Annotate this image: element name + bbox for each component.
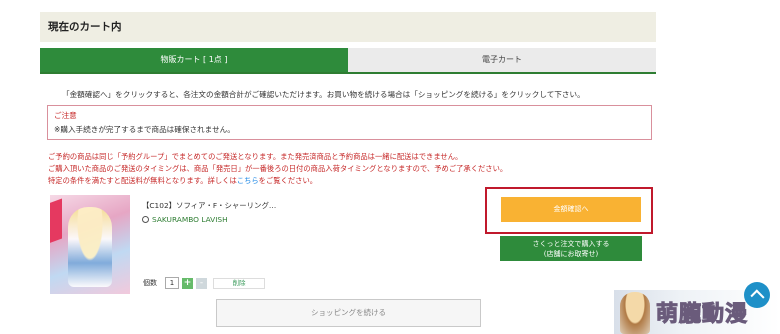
shipping-info-link[interactable]: こちら [237, 176, 259, 185]
product-brand[interactable]: SAKURAMBO LAVISH [152, 215, 228, 224]
quantity-minus-button[interactable]: - [196, 277, 207, 289]
scroll-top-icon[interactable] [744, 282, 770, 308]
quick-order-line-2: (店舗にお取寄せ) [543, 249, 599, 258]
product-title[interactable]: 【C102】ソフィア・F・シャーリング… [142, 200, 276, 211]
notice-text: ※購入手続きが完了するまで商品は確保されません。 [54, 125, 235, 134]
reserve-line-2: ご購入頂いた商品のご発送のタイミングは、商品「発売日」が一番後ろの日付の商品入荷… [48, 164, 508, 173]
reserve-line-3-suffix: をご覧ください。 [258, 176, 318, 185]
ribbon-badge [50, 198, 62, 244]
reserve-line-3: 特定の条件を満たすと配送料が無料となります。詳しくはこちらをご覧ください。 [48, 175, 507, 187]
delete-button[interactable]: 削除 [213, 277, 265, 289]
quantity-value[interactable]: 1 [165, 277, 179, 289]
checkout-button[interactable]: 金額確認へ [501, 197, 641, 222]
notice-title: ご注意 [54, 111, 77, 120]
notice-box: ご注意 ※購入手続きが完了するまで商品は確保されません。 [47, 105, 652, 140]
intro-text: 「金額確認へ」をクリックすると、各注文の金額合計がご確認いただけます。お買い物を… [62, 90, 585, 99]
quick-order-line-1: さくっと注文で購入する [532, 239, 610, 248]
quantity-label: 個数 [143, 279, 157, 287]
mascot-illustration [620, 292, 650, 334]
circle-icon [142, 216, 149, 223]
quick-order-button[interactable]: さくっと注文で購入する (店舗にお取寄せ) [500, 236, 642, 261]
page-title: 現在のカート内 [40, 12, 656, 42]
cart-item: 【C102】ソフィア・F・シャーリング… SAKURAMBO LAVISH 個数… [50, 193, 470, 294]
quantity-controls: 個数 1 + - 削除 [143, 277, 265, 289]
character-illustration [68, 207, 112, 287]
cart-tabs: 物販カート [ 1点 ] 電子カート [40, 48, 656, 74]
tab-physical-cart[interactable]: 物販カート [ 1点 ] [40, 48, 348, 72]
continue-shopping-button[interactable]: ショッピングを続ける [216, 299, 481, 327]
quantity-plus-button[interactable]: + [182, 277, 193, 289]
reserve-line-1: ご予約の商品は同じ「予約グループ」でまとめてのご発送となります。また発売済商品と… [48, 152, 463, 161]
product-thumbnail[interactable] [50, 195, 130, 294]
reserve-line-3-prefix: 特定の条件を満たすと配送料が無料となります。詳しくは [48, 176, 237, 185]
watermark-logo-text: 萌朧動漫 [655, 302, 749, 328]
reserve-notice: ご予約の商品は同じ「予約グループ」でまとめてのご発送となります。また発売済商品と… [48, 151, 507, 187]
tab-digital-cart[interactable]: 電子カート [348, 48, 656, 72]
